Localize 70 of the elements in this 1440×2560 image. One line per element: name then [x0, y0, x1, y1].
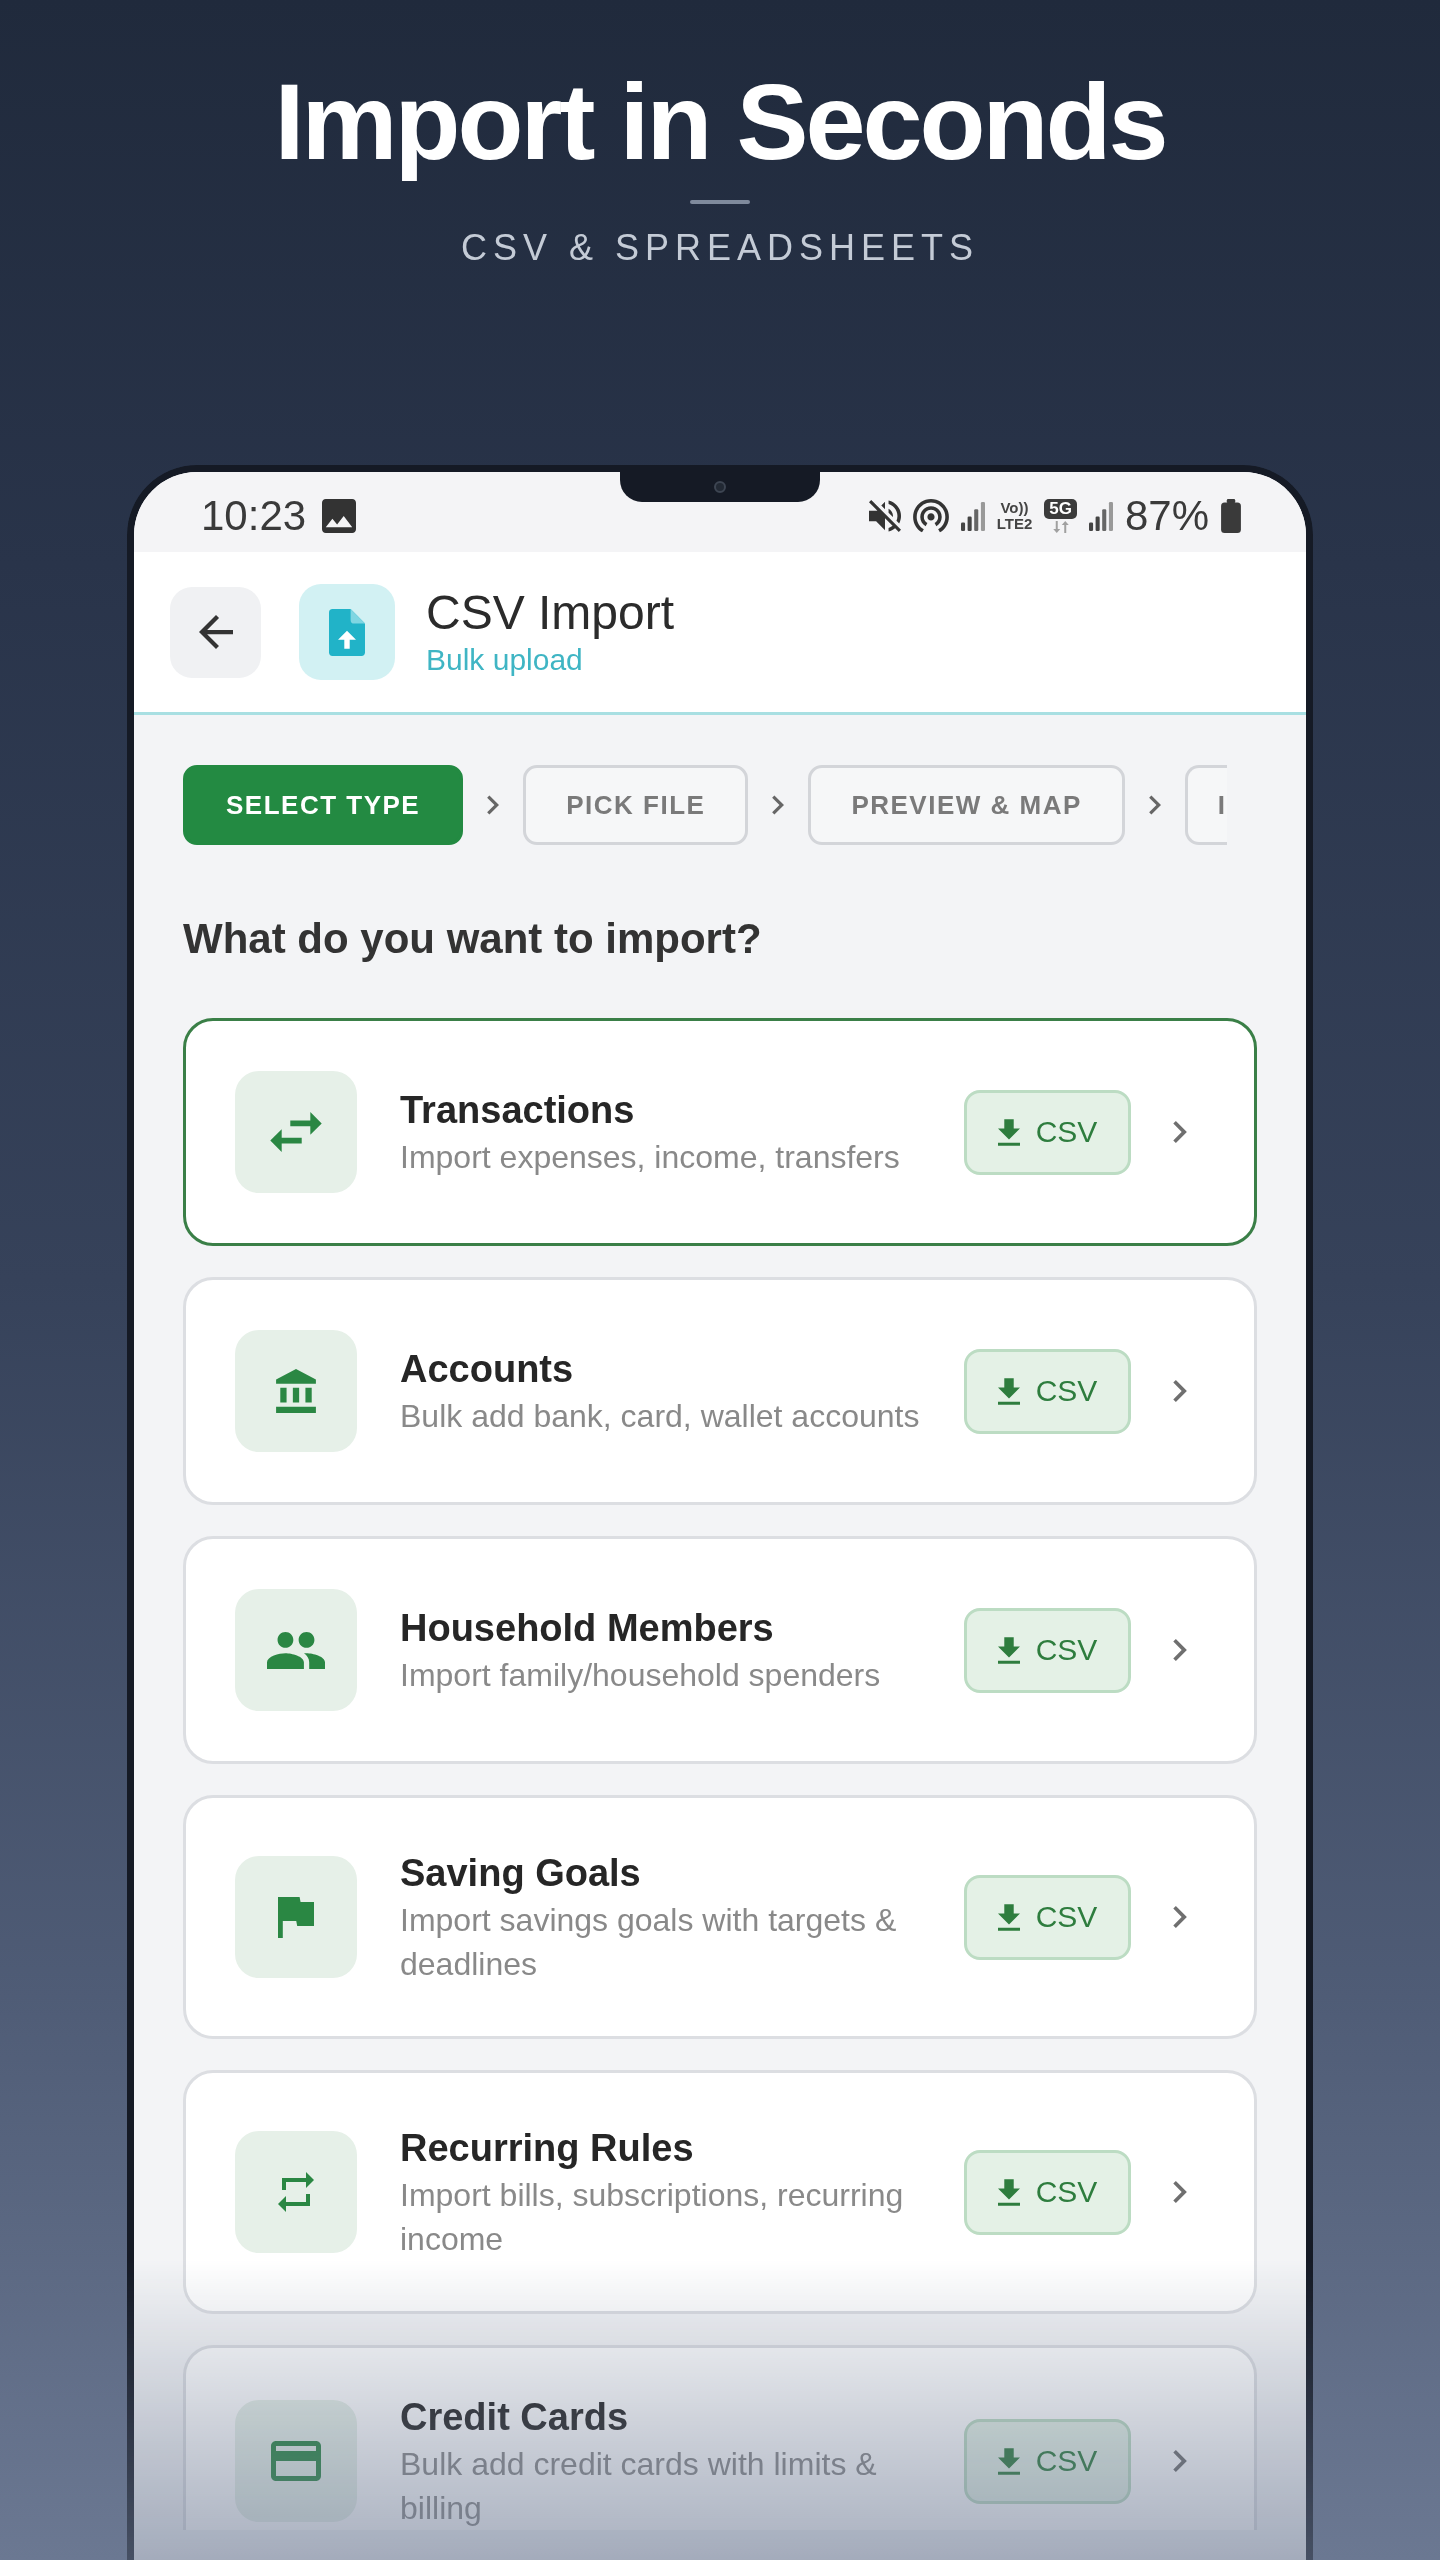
csv-download-button[interactable]: CSV [964, 2418, 1131, 2504]
import-type-card[interactable]: Recurring Rules Import bills, subscriptions, recurring income CSV [183, 2070, 1257, 2314]
card-title: Credit Cards [400, 2395, 630, 2440]
card-title: Transactions [400, 1088, 636, 1133]
csv-download-button[interactable]: CSV [964, 1348, 1131, 1434]
signal-icon [960, 501, 985, 531]
download-icon [997, 1636, 1020, 1664]
card-title: Accounts [400, 1347, 575, 1392]
card-title: Saving Goals [400, 1851, 642, 1896]
download-icon [997, 1118, 1020, 1146]
import-type-card[interactable]: Transactions Import expenses, income, transfers CSV [183, 1018, 1257, 1246]
battery-percentage: 87% [1124, 492, 1209, 540]
chevron-right-icon [1173, 2181, 1187, 2203]
import-type-card[interactable]: Household Members Import family/household spenders CSV [183, 1536, 1257, 1764]
network-badge: 5G [1044, 499, 1077, 519]
credit-card-icon [235, 2400, 357, 2522]
step-tab[interactable]: I [1184, 765, 1227, 845]
camera-lens-icon [714, 481, 726, 493]
mute-icon [868, 500, 901, 532]
back-button[interactable] [170, 586, 261, 678]
chevron-right-icon [1173, 1906, 1187, 1928]
chevron-right-icon [1173, 2450, 1187, 2472]
back-arrow-icon [198, 615, 233, 649]
csv-download-button[interactable]: CSV [964, 2149, 1131, 2235]
card-description: Bulk add bank, card, wallet accounts [400, 1397, 921, 1436]
download-icon [997, 2447, 1020, 2475]
card-description: Import expenses, income, transfers [400, 1138, 901, 1177]
download-icon [997, 1377, 1020, 1405]
card-description: Import family/household spenders [400, 1656, 882, 1695]
chevron-right-icon [1148, 795, 1161, 815]
card-description: Import bills, subscriptions, recurring income [400, 2176, 905, 2259]
download-icon [997, 2178, 1020, 2206]
chevron-right-icon [1173, 1639, 1187, 1661]
repeat-icon [235, 2131, 357, 2253]
csv-download-button[interactable]: CSV [964, 1089, 1131, 1175]
csv-download-button[interactable]: CSV [964, 1607, 1131, 1693]
step-tab[interactable]: SELECT TYPE [183, 765, 464, 845]
volte-label: LTE2 [996, 516, 1033, 532]
chevron-right-icon [1173, 1121, 1187, 1143]
chevron-right-icon [772, 795, 785, 815]
hero-title: Import in Seconds [273, 60, 1167, 184]
volte-label: Vo)) [1000, 500, 1029, 516]
swap-arrows-icon [235, 1071, 357, 1193]
file-upload-icon [299, 584, 395, 680]
import-type-card[interactable]: Saving Goals Import savings goals with targets & deadlines CSV [183, 1795, 1257, 2039]
screen-title: CSV Import [426, 585, 675, 641]
flag-icon [235, 1856, 357, 1978]
section-heading: What do you want to import? [183, 914, 763, 964]
import-type-card[interactable]: Accounts Bulk add bank, card, wallet accounts CSV [183, 1277, 1257, 1505]
card-title: Recurring Rules [400, 2126, 695, 2171]
chevron-right-icon [487, 795, 500, 815]
chevron-right-icon [1173, 1380, 1187, 1402]
data-arrows-icon [1052, 521, 1069, 533]
card-description: Import savings goals with targets & deadlines [400, 1901, 898, 1984]
bank-icon [235, 1330, 357, 1452]
people-icon [235, 1589, 357, 1711]
hotspot-icon [912, 499, 949, 533]
signal-icon [1088, 501, 1113, 531]
download-icon [997, 1903, 1020, 1931]
screen-subtitle: Bulk upload [426, 642, 584, 678]
card-title: Household Members [400, 1606, 775, 1651]
battery-icon [1221, 499, 1241, 533]
card-description: Bulk add credit cards with limits & billing [400, 2445, 878, 2528]
hero-subtitle: CSV & SPREADSHEETS [460, 226, 980, 270]
csv-download-button[interactable]: CSV [964, 1874, 1131, 1960]
image-icon [322, 499, 357, 533]
clock-time: 10:23 [201, 492, 307, 540]
step-tab[interactable]: PREVIEW & MAP [808, 765, 1125, 845]
step-tab[interactable]: PICK FILE [523, 765, 749, 845]
import-type-card[interactable]: Credit Cards Bulk add credit cards with limits & billing CSV [183, 2345, 1257, 2530]
